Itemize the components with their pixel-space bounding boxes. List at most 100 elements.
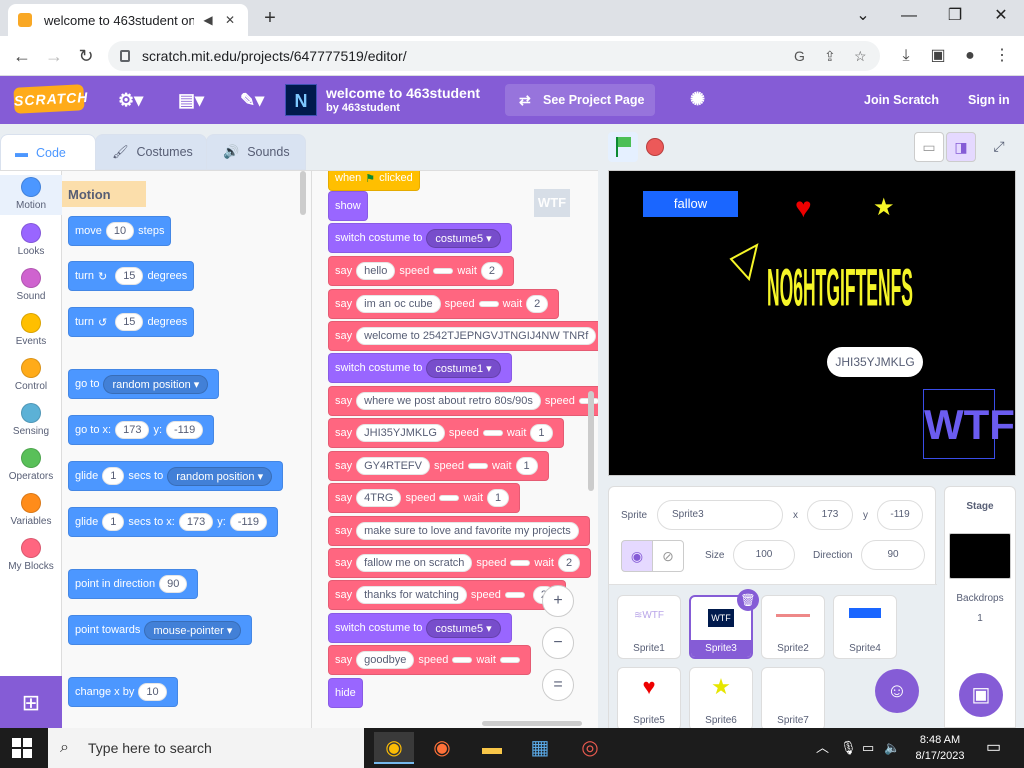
normal-stage-button[interactable]: ◨ [946,132,976,162]
block-say[interactable]: say goodbye speed wait [328,645,531,675]
download-icon[interactable]: ⤓ [894,44,918,68]
store-taskbar-icon[interactable]: ▦ [520,732,560,764]
heart-sprite-icon[interactable]: ♥ [795,194,821,222]
block-input[interactable]: -119 [229,513,267,531]
sprite-thumb[interactable]: Sprite2 [761,595,825,659]
block-input[interactable]: thanks for watching [356,586,467,604]
app-taskbar-icon[interactable]: ◎ [570,732,610,764]
sprite-thumb[interactable]: Sprite7 [761,667,825,731]
scratch-logo[interactable]: SCRATCH [13,84,89,114]
forward-button[interactable]: → [42,44,66,68]
block-dropdown[interactable]: random position ▾ [167,466,273,486]
script-horizontal-scrollbar[interactable] [482,721,582,726]
block-input[interactable] [482,430,503,436]
hide-eye-icon[interactable]: ⊘ [652,540,684,572]
block-input[interactable]: 10 [138,683,167,701]
block-input[interactable]: 2 [557,554,581,572]
zoom-in-button[interactable]: + [542,585,574,617]
block-dropdown[interactable]: costume1 ▾ [426,358,501,378]
block-input[interactable]: goodbye [356,651,415,669]
block-goto-xy[interactable]: go to x: 173 y: -119 [68,415,215,445]
tray-chevron-icon[interactable]: ︿ [816,728,829,768]
project-author[interactable]: by 463student [326,102,400,114]
block-input[interactable] [433,268,454,274]
block-say[interactable]: say 4TRG speed wait 1 [328,483,521,513]
add-sprite-button[interactable]: ☺ [875,669,919,713]
block-when-flag-clicked[interactable]: when ⚑ clicked [328,171,420,191]
block-switch-costume[interactable]: switch costume to costume1 ▾ [328,353,512,383]
block-input[interactable]: 1 [102,467,125,485]
tab-code[interactable]: ▬ Code [0,134,96,170]
sprite-thumb[interactable]: ★ Sprite6 [689,667,753,731]
see-project-page-button[interactable]: ⇄ See Project Page [505,84,655,116]
sprite-thumb-selected[interactable]: WTF Sprite3 🗑 [689,589,759,659]
block-input[interactable]: hello [356,262,396,280]
category-control[interactable]: Control [0,358,62,392]
block-move[interactable]: move 10 steps [68,216,172,246]
small-stage-button[interactable]: ▭ [914,132,944,162]
stage-canvas[interactable]: fallow ♥ ★ NO6HTGIFTENFS JHI35YJMKLG WTF [608,170,1016,476]
block-input[interactable]: 2 [526,295,549,313]
block-point-direction[interactable]: point in direction 90 [68,569,199,599]
windows-start-icon[interactable] [12,738,32,758]
bookmark-star-icon[interactable]: ☆ [854,48,867,65]
join-scratch-link[interactable]: Join Scratch [864,93,939,107]
block-input[interactable]: 15 [115,267,144,285]
network-icon[interactable]: ▭ [862,728,874,768]
block-input[interactable] [478,301,499,307]
category-motion[interactable]: Motion [0,175,62,215]
block-say[interactable]: say thanks for watching speed 2 [328,580,567,610]
block-say[interactable]: say GY4RTEFV speed wait 1 [328,451,549,481]
block-turn-right[interactable]: turn ↻ 15 degrees [68,261,195,291]
block-switch-costume[interactable]: switch costume to costume5 ▾ [328,223,512,253]
category-my-blocks[interactable]: My Blocks [0,538,62,572]
script-vertical-scrollbar[interactable] [588,391,594,491]
chrome-menu-icon[interactable]: ⋮ [990,44,1014,68]
show-eye-icon[interactable]: ◉ [621,540,653,572]
sprite-thumb[interactable]: ♥ Sprite5 [617,667,681,731]
minimize-button[interactable]: — [886,2,932,30]
url-input[interactable]: scratch.mit.edu/projects/647777519/edito… [108,41,880,71]
palette-scrollbar[interactable] [300,171,306,215]
block-input[interactable]: 10 [105,222,135,240]
block-show[interactable]: show [328,191,368,221]
file-explorer-icon[interactable]: ▬ [472,732,512,764]
block-input[interactable]: welcome to 2542TJEPNGVJTNGIJ4NW TNRf [356,327,597,345]
google-icon[interactable]: G [794,48,805,64]
y-input[interactable]: -119 [877,500,923,530]
new-tab-button[interactable]: + [258,6,282,30]
block-input[interactable]: 173 [115,421,150,439]
block-dropdown[interactable]: random position ▾ [103,374,209,394]
stop-button[interactable] [646,138,664,156]
tab-search-button[interactable]: ⌄ [840,2,886,30]
category-sound[interactable]: Sound [0,268,62,302]
edit-pencil-icon[interactable]: ✎▾ [240,90,264,111]
fullscreen-icon[interactable]: ⤢ [984,132,1014,162]
green-flag-button[interactable] [608,132,638,162]
block-input[interactable]: -119 [166,421,204,439]
block-input[interactable] [452,657,473,663]
block-input[interactable] [504,592,525,598]
block-change-x[interactable]: change x by 10 [68,677,178,707]
category-variables[interactable]: Variables [0,493,62,527]
block-input[interactable] [510,560,531,566]
category-looks[interactable]: Looks [0,223,62,257]
category-operators[interactable]: Operators [0,448,62,482]
block-turn-left[interactable]: turn ↺ 15 degrees [68,307,195,337]
reload-button[interactable]: ↻ [74,44,98,68]
category-events[interactable]: Events [0,313,62,347]
block-say[interactable]: say fallow me on scratch speed wait 2 [328,548,592,578]
zoom-out-button[interactable]: − [542,627,574,659]
block-point-towards[interactable]: point towards mouse-pointer ▾ [68,615,253,645]
size-input[interactable]: 100 [733,540,795,570]
star-sprite-icon[interactable]: ★ [873,193,895,222]
script-area[interactable]: WTF when ⚑ clicked show switch costume t… [312,171,598,728]
block-say[interactable]: say im an oc cube speed wait 2 [328,289,560,319]
side-panel-icon[interactable]: ▣ [926,44,950,68]
firefox-taskbar-icon[interactable]: ◉ [422,732,462,764]
chrome-taskbar-icon[interactable]: ◉ [374,732,414,764]
share-icon[interactable]: ⇪ [824,48,836,65]
settings-gear-icon[interactable]: ⚙▾ [118,90,143,111]
sprite-thumb[interactable]: Sprite4 [833,595,897,659]
block-dropdown[interactable]: costume5 ▾ [426,228,501,248]
